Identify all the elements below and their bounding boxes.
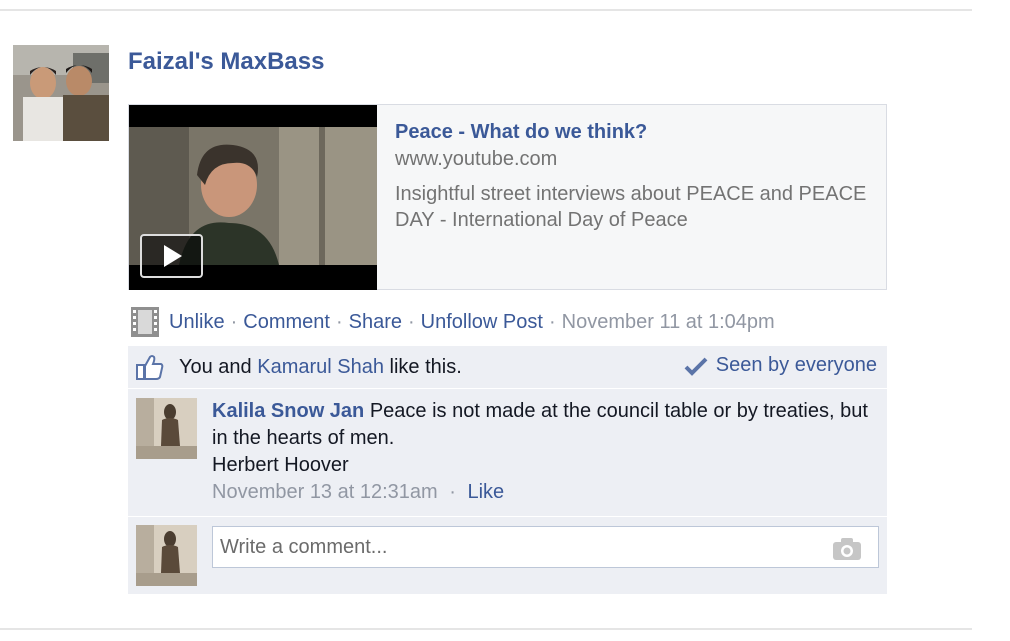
bottom-divider [0,628,972,630]
unfollow-post-link[interactable]: Unfollow Post [421,311,543,334]
film-icon [131,307,159,337]
comment-timestamp[interactable]: November 13 at 12:31am [212,481,438,503]
post-action-bar: Unlike · Comment · Share · Unfollow Post… [131,307,775,337]
comment-input[interactable] [212,526,879,568]
top-divider [0,9,972,11]
likes-row: You and Kamarul Shah like this. Seen by … [128,346,887,389]
shared-link-title[interactable]: Peace - What do we think? [395,121,647,144]
comment-link[interactable]: Comment [243,311,330,334]
current-user-avatar [136,525,197,586]
comment-body: Kalila Snow Jan Peace is not made at the… [212,398,872,479]
commenter-avatar[interactable] [136,398,197,459]
author-avatar-image [13,45,109,141]
liker-name-link[interactable]: Kamarul Shah [257,356,384,379]
seen-by-everyone[interactable]: Seen by everyone [684,354,877,377]
shared-link-description: Insightful street interviews about PEACE… [395,183,867,231]
commenter-avatar-image [136,398,197,459]
camera-icon[interactable] [832,537,862,561]
unlike-link[interactable]: Unlike [169,311,225,334]
separator: · [408,310,415,333]
separator: · [335,310,343,333]
play-video-button[interactable] [140,234,203,278]
comment-composer [128,518,887,594]
share-link[interactable]: Share [349,311,402,334]
likes-suffix: like this. [383,355,462,378]
seen-label: Seen by everyone [715,354,877,376]
likes-prefix: You and [179,355,258,378]
current-user-avatar-image [136,525,197,586]
post-timestamp[interactable]: November 11 at 1:04pm [562,311,775,334]
separator: · [548,310,556,333]
thumbs-up-icon [136,354,164,380]
comment-meta: November 13 at 12:31am · Like [212,481,504,504]
comment-like-link[interactable]: Like [467,481,504,503]
separator: · [449,481,456,503]
shared-link-domain: www.youtube.com [395,148,558,170]
shared-link-card[interactable]: Peace - What do we think? www.youtube.co… [128,104,887,290]
separator: · [230,310,238,333]
check-icon [684,356,708,376]
post-author-name[interactable]: Faizal's MaxBass [128,46,324,78]
author-avatar[interactable] [13,45,109,141]
feedback-section: You and Kamarul Shah like this. Seen by … [128,346,887,594]
comment-text-attribution: Herbert Hoover [212,454,349,476]
play-icon [164,245,182,267]
commenter-name-link[interactable]: Kalila Snow Jan [212,400,364,422]
video-thumbnail[interactable] [129,105,377,290]
